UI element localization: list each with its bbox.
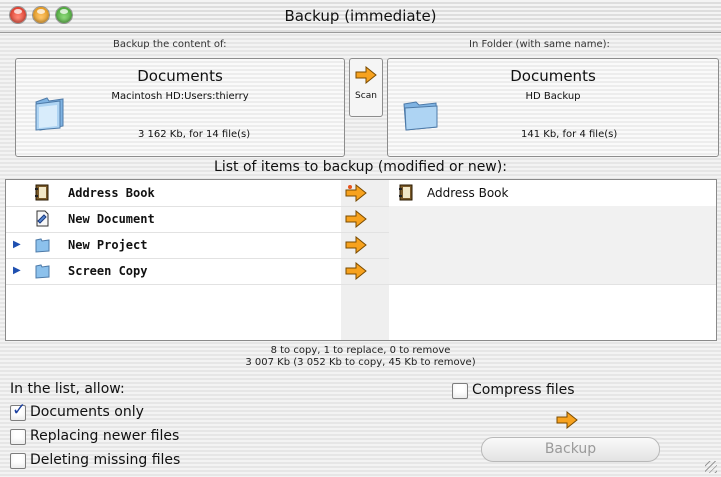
- checkbox-label: Replacing newer files: [30, 428, 180, 444]
- disclosure-triangle-icon[interactable]: ▶: [13, 239, 21, 250]
- item-name: New Document: [68, 212, 155, 226]
- checkbox-box[interactable]: ✓: [10, 400, 26, 421]
- destination-path: HD Backup: [525, 91, 581, 102]
- list-item[interactable]: Address Book Address Book: [6, 180, 716, 207]
- scan-label: Scan: [355, 91, 377, 101]
- destination-size: 141 Kb, for 4 file(s): [521, 129, 618, 140]
- address-book-icon: [35, 184, 49, 201]
- items-list[interactable]: Address Book Address Book New Document ▶…: [5, 179, 717, 341]
- source-panel[interactable]: Documents Macintosh HD:Users:thierry 3 1…: [15, 58, 345, 157]
- destination-name: Documents: [510, 67, 596, 85]
- list-title: List of items to backup (modified or new…: [214, 159, 507, 175]
- item-name: New Project: [68, 238, 148, 252]
- source-size: 3 162 Kb, for 14 file(s): [138, 129, 251, 140]
- list-item[interactable]: ▶ New Project: [6, 232, 716, 259]
- check-mark-icon: ✓: [12, 400, 27, 420]
- scan-button[interactable]: Scan: [349, 58, 383, 117]
- options-heading: In the list, allow:: [10, 381, 125, 397]
- source-path: Macintosh HD:Users:thierry: [111, 91, 249, 102]
- arrow-right-icon: [345, 236, 367, 254]
- destination-panel[interactable]: Documents HD Backup 141 Kb, for 4 file(s…: [387, 58, 719, 157]
- arrow-right-icon: [556, 411, 578, 429]
- checkbox-box[interactable]: [452, 383, 468, 399]
- document-icon: [36, 210, 49, 227]
- list-item[interactable]: New Document: [6, 206, 716, 233]
- checkbox-label: Documents only: [30, 404, 144, 420]
- arrow-right-icon: [345, 262, 367, 280]
- folder-icon: [35, 264, 50, 279]
- checkbox-label: Deleting missing files: [30, 452, 181, 468]
- arrow-right-icon: [345, 210, 367, 228]
- resize-grip-icon[interactable]: [705, 461, 717, 473]
- checkbox-box[interactable]: [10, 429, 26, 445]
- item-destination-name: Address Book: [427, 186, 509, 200]
- summary-sizes: 3 007 Kb (3 052 Kb to copy, 45 Kb to rem…: [245, 357, 476, 368]
- disclosure-triangle-icon[interactable]: ▶: [13, 265, 21, 276]
- backup-button[interactable]: Backup: [481, 437, 660, 462]
- title-bar: Backup (immediate): [0, 0, 721, 33]
- item-name: Screen Copy: [68, 264, 148, 278]
- folder-icon: [35, 238, 50, 253]
- window-title: Backup (immediate): [284, 7, 437, 25]
- checkbox-label: Compress files: [472, 382, 575, 398]
- address-book-icon: [399, 184, 413, 201]
- source-name: Documents: [137, 67, 223, 85]
- checkbox-box[interactable]: [10, 453, 26, 469]
- destination-heading: In Folder (with same name):: [469, 39, 610, 50]
- replace-arrow-icon: [345, 184, 367, 202]
- list-item[interactable]: ▶ Screen Copy: [6, 258, 716, 285]
- arrow-right-icon: [355, 66, 377, 84]
- source-heading: Backup the content of:: [113, 39, 227, 50]
- item-name: Address Book: [68, 186, 155, 200]
- summary-counts: 8 to copy, 1 to replace, 0 to remove: [270, 345, 451, 356]
